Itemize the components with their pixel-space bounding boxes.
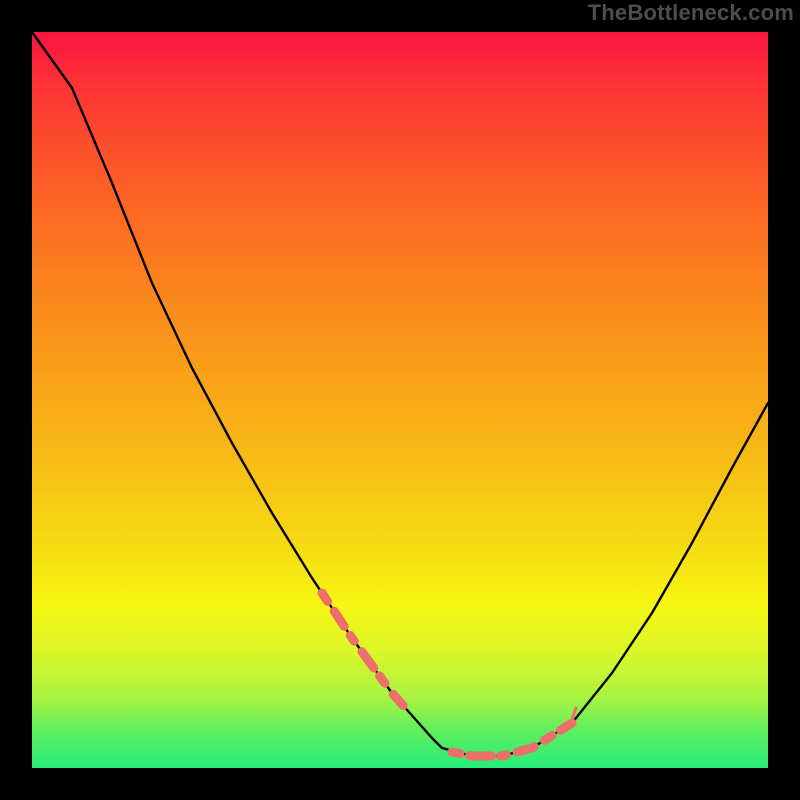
bottleneck-curve-path [32,32,768,756]
curve-svg [32,32,768,768]
dash-overlay-right [452,723,572,756]
watermark-text: TheBottleneck.com [588,0,794,26]
plot-area [32,32,768,768]
dash-overlay-left [322,593,432,738]
chart-frame: TheBottleneck.com [0,0,800,800]
